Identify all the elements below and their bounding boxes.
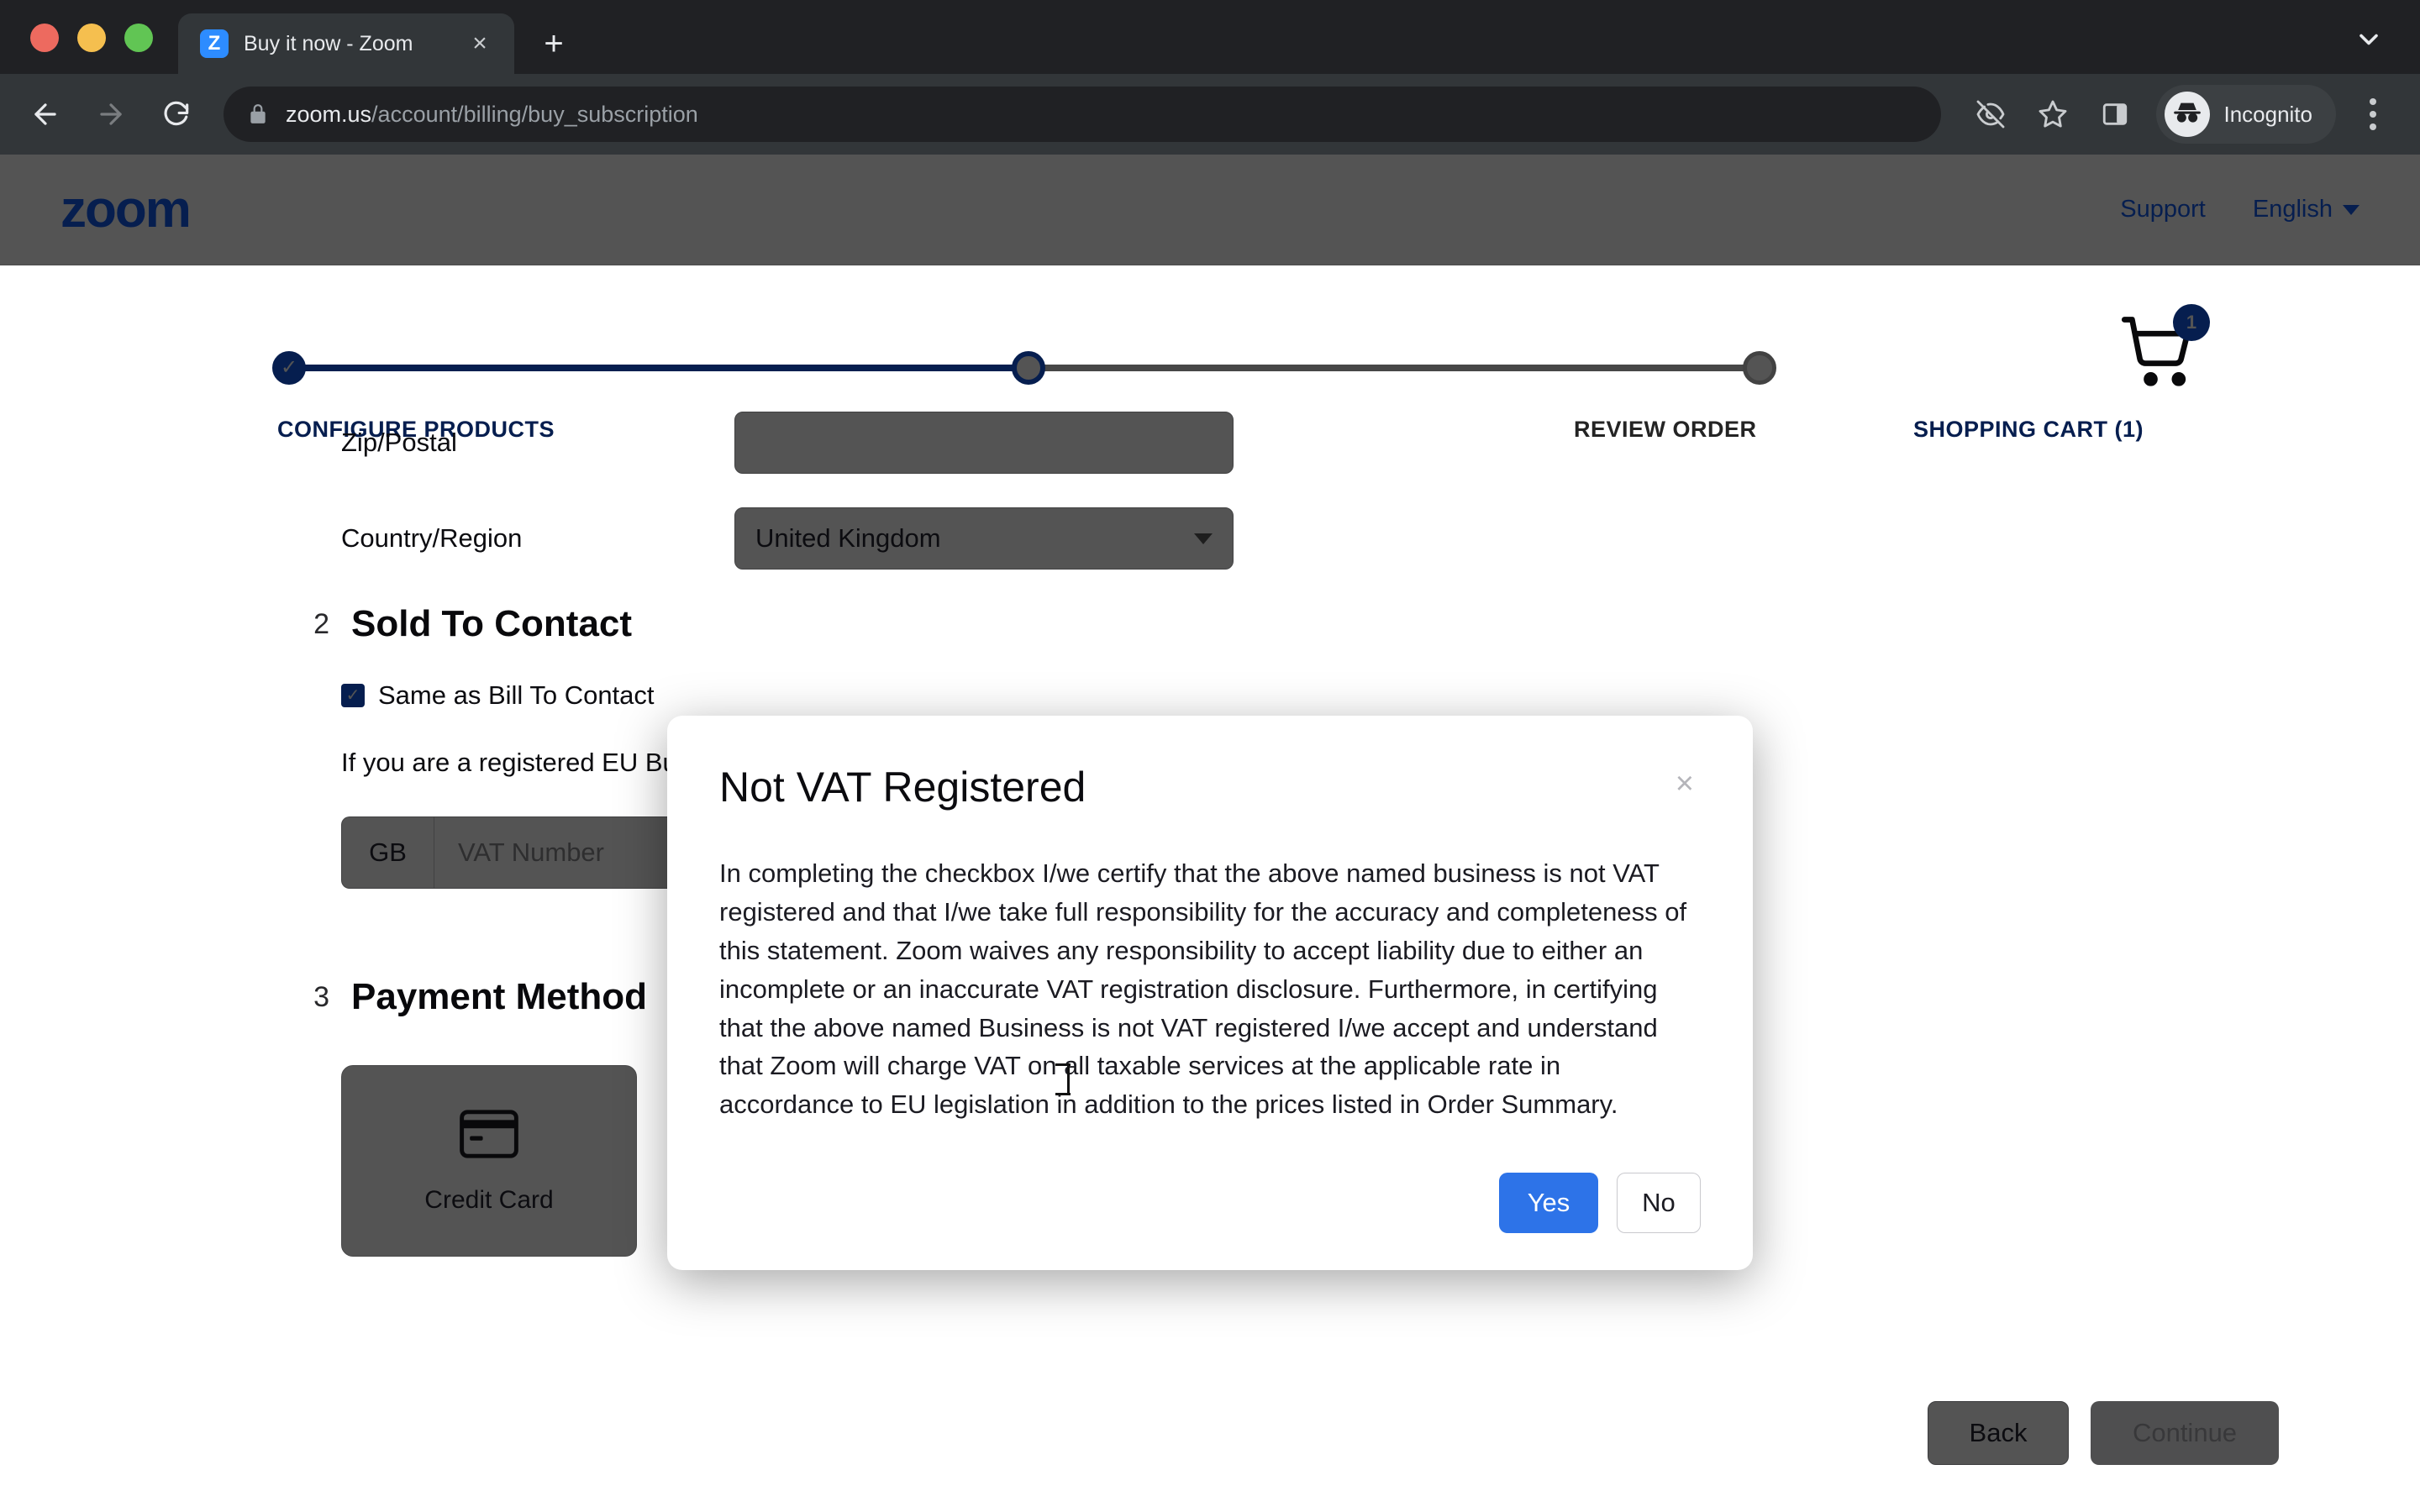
maximize-window-button[interactable] xyxy=(124,24,153,52)
side-panel-icon[interactable] xyxy=(2086,85,2144,144)
dialog-body-text: In completing the checkbox I/we certify … xyxy=(719,858,1687,1120)
not-vat-registered-dialog: Not VAT Registered × In completing the c… xyxy=(667,716,1753,1271)
yes-button[interactable]: Yes xyxy=(1499,1173,1598,1234)
forward-icon[interactable] xyxy=(81,84,141,144)
profile-label: Incognito xyxy=(2223,101,2312,127)
chevron-down-icon[interactable] xyxy=(2346,17,2391,62)
no-button[interactable]: No xyxy=(1617,1173,1701,1234)
lock-icon xyxy=(247,103,269,125)
back-icon[interactable] xyxy=(15,84,76,144)
url-path: /account/billing/buy_subscription xyxy=(371,101,698,127)
browser-window: Z Buy it now - Zoom × + zoom.us/account/… xyxy=(0,0,2420,1512)
reload-icon[interactable] xyxy=(146,84,207,144)
window-controls xyxy=(18,24,178,74)
eye-slash-icon[interactable] xyxy=(1961,85,2020,144)
page-viewport: zoom Support English ✓ CONFIGURE PRODUCT… xyxy=(0,155,2420,1512)
browser-toolbar: zoom.us/account/billing/buy_subscription… xyxy=(0,74,2420,155)
minimize-window-button[interactable] xyxy=(77,24,106,52)
toolbar-icons: Incognito xyxy=(1961,85,2400,144)
url-text: zoom.us/account/billing/buy_subscription xyxy=(286,102,698,128)
zoom-favicon-icon: Z xyxy=(200,29,229,58)
url-host: zoom.us xyxy=(286,101,372,127)
dialog-header: Not VAT Registered × xyxy=(719,764,1701,811)
incognito-icon xyxy=(2165,92,2211,137)
kebab-menu-icon[interactable] xyxy=(2346,85,2400,144)
tab-strip-right xyxy=(2346,17,2391,62)
address-bar[interactable]: zoom.us/account/billing/buy_subscription xyxy=(224,87,1942,142)
tab-strip: Z Buy it now - Zoom × + xyxy=(0,0,2420,74)
close-tab-icon[interactable]: × xyxy=(460,24,499,63)
dialog-actions: Yes No xyxy=(719,1173,1701,1234)
new-tab-button[interactable]: + xyxy=(528,18,580,70)
close-window-button[interactable] xyxy=(30,24,59,52)
close-icon[interactable]: × xyxy=(1669,764,1701,803)
browser-tab[interactable]: Z Buy it now - Zoom × xyxy=(178,13,514,74)
star-icon[interactable] xyxy=(2023,85,2082,144)
dialog-title: Not VAT Registered xyxy=(719,764,1086,811)
tab-title: Buy it now - Zoom xyxy=(244,31,413,55)
profile-incognito-button[interactable]: Incognito xyxy=(2156,85,2336,144)
